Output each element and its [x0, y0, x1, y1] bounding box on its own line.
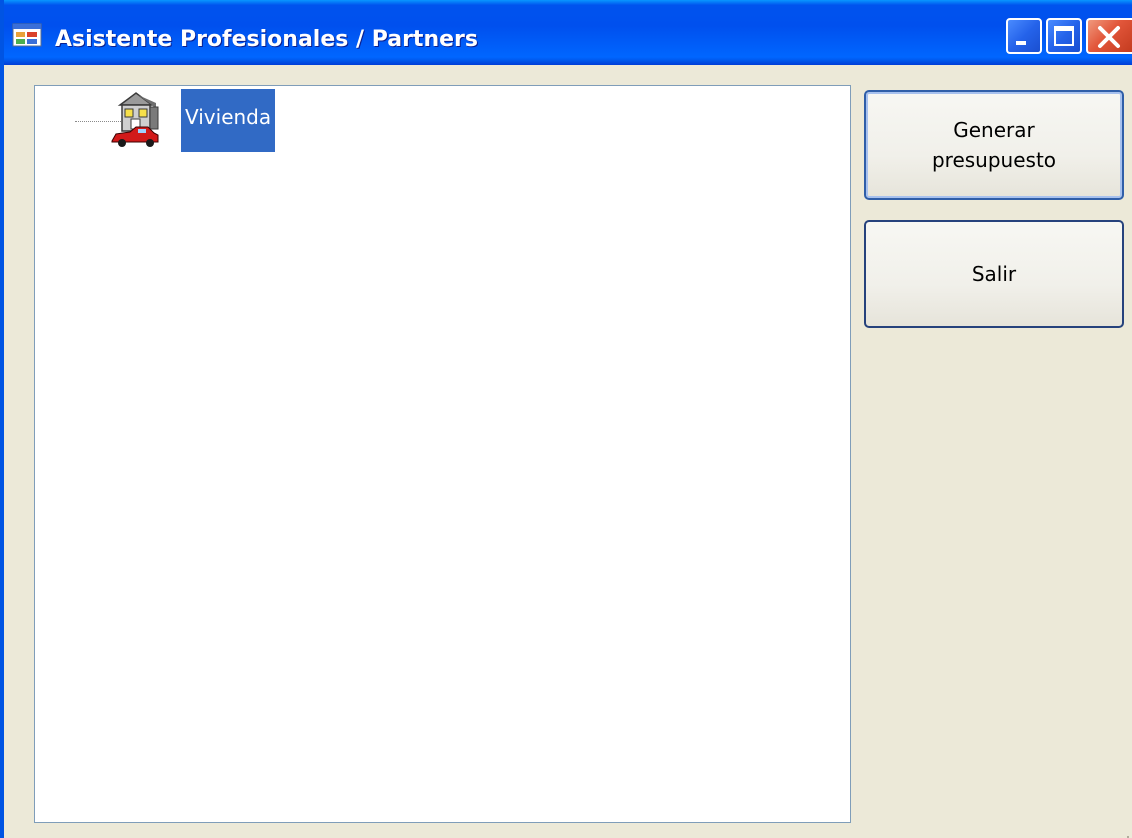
close-button[interactable]	[1086, 18, 1132, 54]
app-window: Asistente Profesionales / Partners Vivie…	[0, 0, 1132, 838]
resize-grip-icon[interactable]	[1122, 828, 1130, 838]
minimize-button[interactable]	[1006, 18, 1042, 54]
window-title: Asistente Profesionales / Partners	[55, 27, 478, 52]
house-car-icon[interactable]	[110, 89, 162, 153]
title-bar[interactable]: Asistente Profesionales / Partners	[4, 0, 1132, 65]
minimize-icon	[1016, 41, 1026, 45]
maximize-button[interactable]	[1046, 18, 1082, 54]
app-window-icon	[12, 23, 42, 47]
tree-view[interactable]: Vivienda	[34, 85, 851, 823]
tree-node-vivienda[interactable]: Vivienda	[181, 89, 276, 152]
close-icon	[1098, 26, 1120, 48]
maximize-icon	[1054, 26, 1074, 46]
salir-button[interactable]: Salir	[864, 220, 1124, 328]
generar-presupuesto-button[interactable]: Generar presupuesto	[864, 90, 1124, 200]
